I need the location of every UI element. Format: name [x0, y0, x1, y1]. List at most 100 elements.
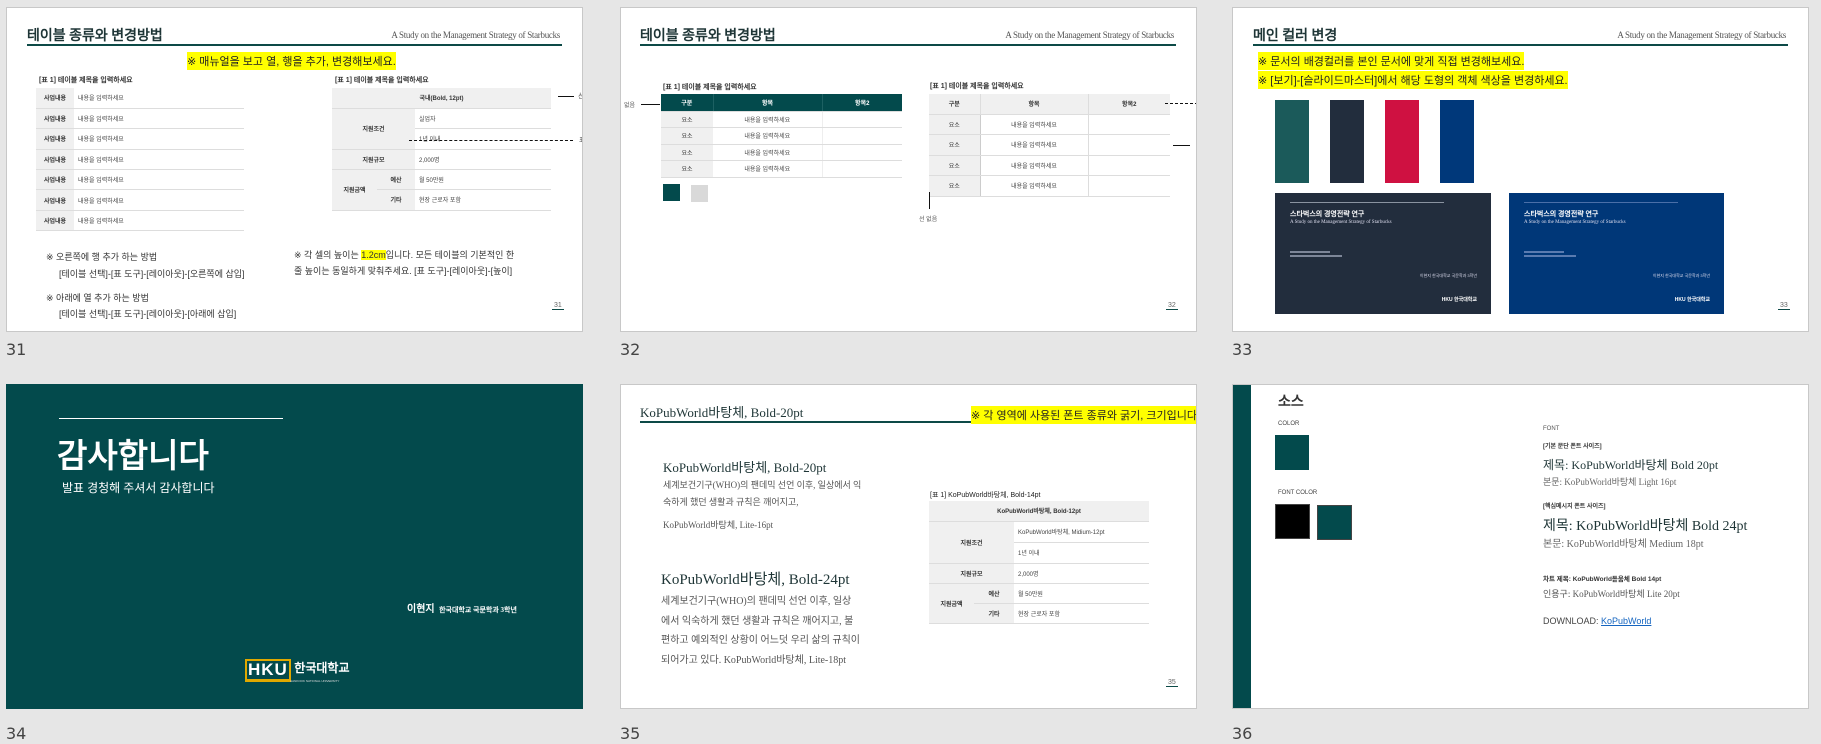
cell: 내용을 입력하세요 [74, 128, 244, 150]
side-bar [1233, 385, 1251, 708]
slide-33-thumbnail[interactable]: 메인 컬러 변경 A Study on the Management Strat… [1232, 7, 1809, 332]
table-caption: [표 1] 테이블 제목을 입력하세요 [39, 77, 133, 84]
row-header: 사업내용 [36, 210, 74, 232]
slide-34-thumbnail[interactable]: 감사합니다 발표 경청해 주셔서 감사합니다 이현지 한국대학교 국문학과 3학… [6, 384, 583, 709]
cell [1088, 114, 1170, 135]
color-swatch-red [1385, 100, 1419, 183]
instruction-highlight: ※ 각 영역에 사용된 폰트 종류와 굵기, 크기입니다. [971, 406, 1196, 424]
cell: 월 50만원 [1014, 583, 1149, 604]
title-rule [27, 44, 562, 46]
cell: 요소 [661, 111, 713, 128]
row-header: 사업내용 [36, 128, 74, 150]
cell: 요소 [929, 134, 981, 156]
download-label: DOWNLOAD: [1543, 616, 1599, 626]
slide-35-thumbnail[interactable]: KoPubWorld바탕체, Bold-20pt ※ 각 영역에 사용된 폰트 … [620, 384, 1197, 709]
section-label: [핵심메시지 폰트 사이즈] [1543, 504, 1606, 510]
table-caption: [표 1] 테이블 제목을 입력하세요 [335, 77, 429, 84]
download-link[interactable]: KoPubWorld [1601, 616, 1651, 626]
cell: KoPubWorld바탕체, Midium-12pt [1014, 521, 1149, 543]
title-rule [1253, 44, 1788, 46]
row-header: 지원규모 [332, 149, 415, 170]
cell: 내용을 입력하세요 [713, 160, 823, 178]
cover-rule [1524, 202, 1678, 203]
sample-body-line: 편하고 예외적인 상황이 어느덧 우리 삶의 규칙이 [661, 635, 860, 646]
cell: 내용을 입력하세요 [980, 134, 1089, 156]
note-text: ※ 각 셀의 높이는 [294, 250, 362, 260]
slide-number-label: 31 [6, 340, 27, 359]
cell: 요소 [929, 175, 981, 197]
instruction-highlight: ※ 매뉴얼을 보고 열, 행을 추가, 변경해보세요. [187, 52, 396, 70]
simple-table: 사업내용 내용을 입력하세요 사업내용 내용을 입력하세요 사업내용 내용을 입력하세… [36, 88, 244, 232]
slide-number-label: 36 [1232, 724, 1253, 743]
cell: 내용을 입력하세요 [713, 111, 823, 128]
cell: 월 50만원 [415, 169, 551, 190]
cell: 1년 이내 [1014, 542, 1149, 564]
cover-logo: HKU 한국대학교 [1674, 297, 1710, 303]
slide-31-thumbnail[interactable]: 테이블 종류와 변경방법 A Study on the Management S… [6, 7, 583, 332]
slide-32-thumbnail[interactable]: 테이블 종류와 변경방법 A Study on the Management S… [620, 7, 1197, 332]
cell: 1년 이내 [415, 128, 551, 150]
table-header: KoPubWorld바탕체, Bold-12pt [929, 501, 1149, 522]
slide-subtitle: A Study on the Management Strategy of St… [1617, 30, 1786, 40]
sample-note: KoPubWorld바탕체, Lite-16pt [663, 520, 774, 530]
row-header: 사업내용 [36, 149, 74, 171]
sample-heading-20pt: KoPubWorld바탕체, Bold-20pt [663, 460, 827, 475]
cell [1088, 175, 1170, 197]
cover-small-text [1524, 251, 1564, 253]
row-header: 사업내용 [36, 108, 74, 130]
table-caption: [표 1] KoPubWorld바탕체, Bold-14pt [930, 492, 1041, 499]
cell: 내용을 입력하세요 [74, 169, 244, 191]
sample-body-line: 되어가고 있다. KoPubWorld바탕체, Lite-18pt [661, 655, 847, 666]
cell: 내용을 입력하세요 [980, 175, 1089, 197]
instruction-highlight: ※ [보기]-[슬라이드마스터]에서 해당 도형의 객체 색상을 변경하세요. [1258, 71, 1568, 89]
thanks-title: 감사합니다 [57, 437, 209, 474]
column-header: 항목 [713, 94, 823, 112]
page-number: 32 [1166, 302, 1178, 310]
note-highlight: 1.2cm [361, 250, 386, 260]
cell [822, 111, 902, 128]
cell: 실업자 [415, 108, 551, 129]
slide-36-thumbnail[interactable]: 소스 COLOR FONT COLOR FONT [기본 문단 폰트 사이즈] … [1232, 384, 1809, 709]
page-number: 31 [552, 302, 564, 310]
cover-logo: HKU 한국대학교 [1441, 297, 1477, 303]
logo-mark: HKU [245, 659, 291, 682]
font-color-swatch-black [1275, 504, 1310, 539]
table-caption: [표 1] 테이블 제목을 입력하세요 [663, 84, 757, 91]
column-header: 항목2 [1088, 94, 1170, 115]
author-name: 이현지 [407, 604, 435, 615]
color-label: COLOR [1278, 421, 1300, 427]
arrow-right-icon [641, 104, 660, 105]
cover-small-text [1290, 255, 1342, 257]
cover-preview-blue: 스타벅스의 경영전략 연구 A Study on the Management … [1509, 193, 1724, 314]
font-spec: 본문: KoPubWorld바탕체 Medium 18pt [1543, 539, 1704, 550]
row-header: 지원금액 [332, 169, 377, 211]
color-swatch-green [1275, 100, 1309, 183]
cell: 2,000명 [415, 149, 551, 170]
font-spec: 제목: KoPubWorld바탕체 Bold 24pt [1543, 519, 1748, 534]
row-header: 사업내용 [36, 169, 74, 191]
slide-number-label: 33 [1232, 340, 1253, 359]
cell: 2,000명 [1014, 563, 1149, 584]
slide-title: 테이블 종류와 변경방법 [27, 29, 163, 44]
annotation-label: 선 [578, 91, 582, 101]
cover-title: 스타벅스의 경영전략 연구 [1290, 210, 1365, 218]
annotation-label: 표 [579, 135, 582, 145]
gray-header-table: 구분 항목 항목2 요소 내용을 입력하세요 요소 내용을 입력하세요 요소 내용을 입력… [929, 94, 1170, 197]
note-text: 입니다. 모든 테이블의 기본적인 한 [385, 250, 515, 260]
font-spec: 제목: KoPubWorld바탕체 Bold 20pt [1543, 458, 1719, 472]
note-line: [테이블 선택]-[표 도구]-[레이아웃]-[오른쪽에 삽입] [59, 269, 245, 279]
slide-subtitle: A Study on the Management Strategy of St… [391, 30, 560, 40]
author: 이현지 한국대학교 국문학과 3학년 [407, 599, 517, 617]
sample-body-line: 숙하게 했던 생활과 규칙은 깨어지고, [663, 497, 799, 507]
cover-preview-dark: 스타벅스의 경영전략 연구 A Study on the Management … [1275, 193, 1491, 314]
cell: 현장 근로자 포함 [415, 189, 551, 211]
note-line: ※ 각 셀의 높이는 1.2cm입니다. 모든 테이블의 기본적인 한 [294, 248, 514, 261]
dashed-arrow-icon [1165, 103, 1196, 104]
cell [1088, 155, 1170, 176]
table-header: 국내(Bold, 12pt) [332, 88, 551, 109]
cover-subtitle: A Study on the Management Strategy of St… [1290, 220, 1392, 225]
cell [1088, 134, 1170, 156]
color-swatch-teal [663, 184, 680, 201]
row-header: 사업내용 [36, 189, 74, 211]
table-caption: [표 1] 테이블 제목을 입력하세요 [930, 83, 1024, 90]
